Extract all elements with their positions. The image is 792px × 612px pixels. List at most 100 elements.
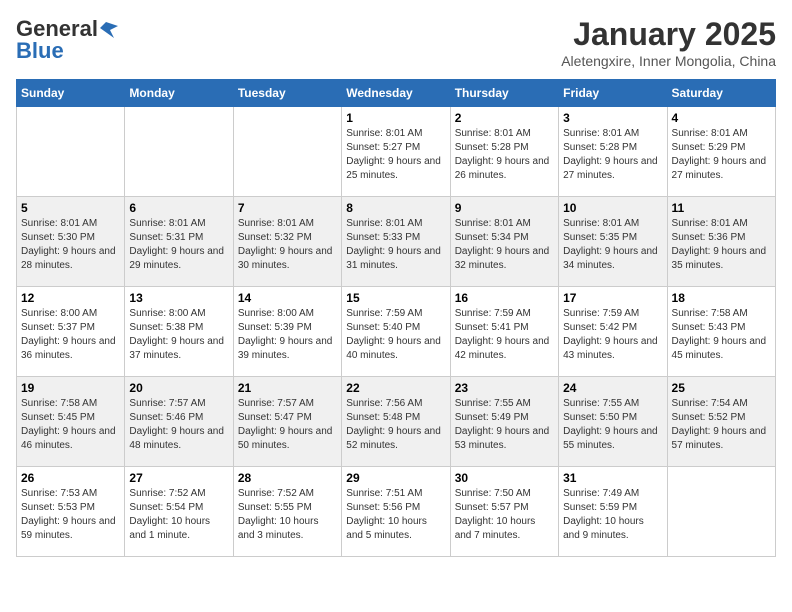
day-number: 14 — [238, 291, 337, 305]
day-info: Sunrise: 8:01 AMSunset: 5:31 PMDaylight:… — [129, 217, 228, 273]
calendar-cell: 5 Sunrise: 8:01 AMSunset: 5:30 PMDayligh… — [17, 197, 125, 287]
calendar-cell: 8 Sunrise: 8:01 AMSunset: 5:33 PMDayligh… — [342, 197, 450, 287]
day-info: Sunrise: 7:59 AMSunset: 5:42 PMDaylight:… — [563, 307, 662, 363]
day-info: Sunrise: 8:01 AMSunset: 5:30 PMDaylight:… — [21, 217, 120, 273]
day-number: 3 — [563, 111, 662, 125]
day-number: 29 — [346, 471, 445, 485]
weekday-header-monday: Monday — [125, 80, 233, 107]
calendar-cell: 20 Sunrise: 7:57 AMSunset: 5:46 PMDaylig… — [125, 377, 233, 467]
day-number: 22 — [346, 381, 445, 395]
day-number: 30 — [455, 471, 554, 485]
day-number: 12 — [21, 291, 120, 305]
calendar-cell: 21 Sunrise: 7:57 AMSunset: 5:47 PMDaylig… — [233, 377, 341, 467]
calendar-cell: 27 Sunrise: 7:52 AMSunset: 5:54 PMDaylig… — [125, 467, 233, 557]
calendar-cell: 10 Sunrise: 8:01 AMSunset: 5:35 PMDaylig… — [559, 197, 667, 287]
day-info: Sunrise: 7:52 AMSunset: 5:55 PMDaylight:… — [238, 487, 337, 543]
day-info: Sunrise: 8:01 AMSunset: 5:35 PMDaylight:… — [563, 217, 662, 273]
calendar-cell: 25 Sunrise: 7:54 AMSunset: 5:52 PMDaylig… — [667, 377, 775, 467]
calendar-cell: 28 Sunrise: 7:52 AMSunset: 5:55 PMDaylig… — [233, 467, 341, 557]
calendar-cell: 2 Sunrise: 8:01 AMSunset: 5:28 PMDayligh… — [450, 107, 558, 197]
day-number: 1 — [346, 111, 445, 125]
day-number: 15 — [346, 291, 445, 305]
day-info: Sunrise: 8:01 AMSunset: 5:36 PMDaylight:… — [672, 217, 771, 273]
calendar-cell: 11 Sunrise: 8:01 AMSunset: 5:36 PMDaylig… — [667, 197, 775, 287]
calendar-week-1: 1 Sunrise: 8:01 AMSunset: 5:27 PMDayligh… — [17, 107, 776, 197]
day-number: 21 — [238, 381, 337, 395]
calendar-week-3: 12 Sunrise: 8:00 AMSunset: 5:37 PMDaylig… — [17, 287, 776, 377]
calendar-cell: 23 Sunrise: 7:55 AMSunset: 5:49 PMDaylig… — [450, 377, 558, 467]
day-info: Sunrise: 7:59 AMSunset: 5:41 PMDaylight:… — [455, 307, 554, 363]
calendar-cell: 22 Sunrise: 7:56 AMSunset: 5:48 PMDaylig… — [342, 377, 450, 467]
day-info: Sunrise: 8:01 AMSunset: 5:28 PMDaylight:… — [563, 127, 662, 183]
calendar-cell: 30 Sunrise: 7:50 AMSunset: 5:57 PMDaylig… — [450, 467, 558, 557]
day-info: Sunrise: 7:50 AMSunset: 5:57 PMDaylight:… — [455, 487, 554, 543]
calendar-cell: 1 Sunrise: 8:01 AMSunset: 5:27 PMDayligh… — [342, 107, 450, 197]
calendar-cell — [233, 107, 341, 197]
calendar-cell: 13 Sunrise: 8:00 AMSunset: 5:38 PMDaylig… — [125, 287, 233, 377]
calendar-cell: 7 Sunrise: 8:01 AMSunset: 5:32 PMDayligh… — [233, 197, 341, 287]
day-info: Sunrise: 8:01 AMSunset: 5:27 PMDaylight:… — [346, 127, 445, 183]
day-number: 6 — [129, 201, 228, 215]
calendar-cell: 17 Sunrise: 7:59 AMSunset: 5:42 PMDaylig… — [559, 287, 667, 377]
day-number: 4 — [672, 111, 771, 125]
weekday-header-wednesday: Wednesday — [342, 80, 450, 107]
day-info: Sunrise: 7:57 AMSunset: 5:46 PMDaylight:… — [129, 397, 228, 453]
calendar-week-4: 19 Sunrise: 7:58 AMSunset: 5:45 PMDaylig… — [17, 377, 776, 467]
calendar-cell: 19 Sunrise: 7:58 AMSunset: 5:45 PMDaylig… — [17, 377, 125, 467]
calendar-cell: 15 Sunrise: 7:59 AMSunset: 5:40 PMDaylig… — [342, 287, 450, 377]
logo-bird-icon — [100, 20, 118, 38]
day-number: 28 — [238, 471, 337, 485]
day-info: Sunrise: 7:58 AMSunset: 5:43 PMDaylight:… — [672, 307, 771, 363]
calendar-title: January 2025 — [561, 16, 776, 53]
calendar-cell: 14 Sunrise: 8:00 AMSunset: 5:39 PMDaylig… — [233, 287, 341, 377]
calendar-cell: 3 Sunrise: 8:01 AMSunset: 5:28 PMDayligh… — [559, 107, 667, 197]
day-number: 20 — [129, 381, 228, 395]
calendar-table: SundayMondayTuesdayWednesdayThursdayFrid… — [16, 79, 776, 557]
day-number: 27 — [129, 471, 228, 485]
day-number: 23 — [455, 381, 554, 395]
day-number: 10 — [563, 201, 662, 215]
day-info: Sunrise: 7:59 AMSunset: 5:40 PMDaylight:… — [346, 307, 445, 363]
calendar-cell — [125, 107, 233, 197]
calendar-cell — [667, 467, 775, 557]
weekday-header-tuesday: Tuesday — [233, 80, 341, 107]
calendar-subtitle: Aletengxire, Inner Mongolia, China — [561, 53, 776, 69]
day-number: 25 — [672, 381, 771, 395]
calendar-cell: 12 Sunrise: 8:00 AMSunset: 5:37 PMDaylig… — [17, 287, 125, 377]
day-number: 7 — [238, 201, 337, 215]
day-number: 19 — [21, 381, 120, 395]
day-number: 13 — [129, 291, 228, 305]
day-info: Sunrise: 8:01 AMSunset: 5:33 PMDaylight:… — [346, 217, 445, 273]
day-number: 18 — [672, 291, 771, 305]
calendar-week-5: 26 Sunrise: 7:53 AMSunset: 5:53 PMDaylig… — [17, 467, 776, 557]
day-number: 11 — [672, 201, 771, 215]
weekday-header-saturday: Saturday — [667, 80, 775, 107]
calendar-cell: 9 Sunrise: 8:01 AMSunset: 5:34 PMDayligh… — [450, 197, 558, 287]
page-header: General Blue January 2025 Aletengxire, I… — [16, 16, 776, 69]
day-info: Sunrise: 8:01 AMSunset: 5:34 PMDaylight:… — [455, 217, 554, 273]
day-number: 24 — [563, 381, 662, 395]
calendar-cell: 31 Sunrise: 7:49 AMSunset: 5:59 PMDaylig… — [559, 467, 667, 557]
day-number: 9 — [455, 201, 554, 215]
day-info: Sunrise: 8:01 AMSunset: 5:29 PMDaylight:… — [672, 127, 771, 183]
day-info: Sunrise: 7:54 AMSunset: 5:52 PMDaylight:… — [672, 397, 771, 453]
day-number: 5 — [21, 201, 120, 215]
calendar-cell: 18 Sunrise: 7:58 AMSunset: 5:43 PMDaylig… — [667, 287, 775, 377]
day-info: Sunrise: 7:55 AMSunset: 5:49 PMDaylight:… — [455, 397, 554, 453]
day-number: 26 — [21, 471, 120, 485]
day-info: Sunrise: 7:56 AMSunset: 5:48 PMDaylight:… — [346, 397, 445, 453]
weekday-header-sunday: Sunday — [17, 80, 125, 107]
calendar-cell: 4 Sunrise: 8:01 AMSunset: 5:29 PMDayligh… — [667, 107, 775, 197]
day-info: Sunrise: 7:58 AMSunset: 5:45 PMDaylight:… — [21, 397, 120, 453]
day-number: 16 — [455, 291, 554, 305]
day-info: Sunrise: 7:55 AMSunset: 5:50 PMDaylight:… — [563, 397, 662, 453]
calendar-cell: 26 Sunrise: 7:53 AMSunset: 5:53 PMDaylig… — [17, 467, 125, 557]
day-info: Sunrise: 8:01 AMSunset: 5:28 PMDaylight:… — [455, 127, 554, 183]
title-block: January 2025 Aletengxire, Inner Mongolia… — [561, 16, 776, 69]
day-number: 17 — [563, 291, 662, 305]
logo: General Blue — [16, 16, 118, 64]
logo-blue-text: Blue — [16, 38, 64, 64]
day-number: 8 — [346, 201, 445, 215]
day-info: Sunrise: 7:49 AMSunset: 5:59 PMDaylight:… — [563, 487, 662, 543]
calendar-cell: 29 Sunrise: 7:51 AMSunset: 5:56 PMDaylig… — [342, 467, 450, 557]
